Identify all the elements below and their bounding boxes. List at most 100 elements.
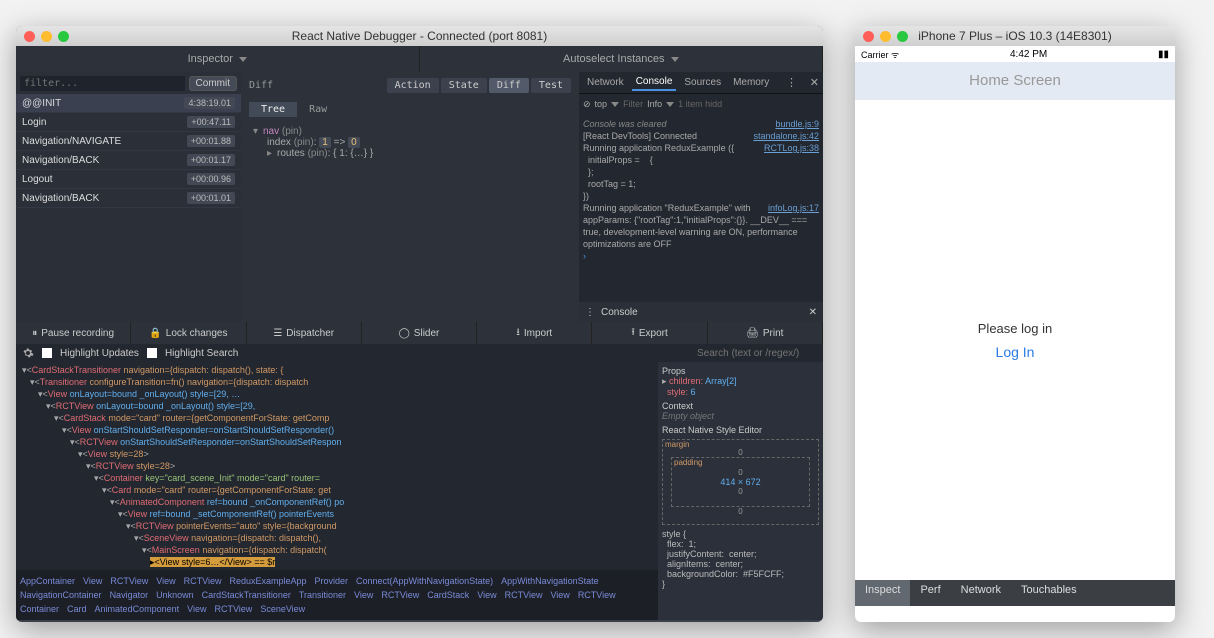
- print-button[interactable]: 🖨 Print: [708, 322, 823, 344]
- chevron-down-icon: [239, 57, 247, 62]
- clock: 4:42 PM: [1010, 49, 1047, 60]
- action-row[interactable]: Login+00:47.11: [16, 113, 241, 132]
- tab-console[interactable]: Console: [632, 74, 677, 91]
- breadcrumb-item[interactable]: AppContainer: [20, 574, 75, 588]
- import-button[interactable]: ⭳ Import: [477, 322, 592, 344]
- tab-network[interactable]: Network: [583, 75, 628, 90]
- tab-inspect[interactable]: Inspect: [855, 580, 910, 606]
- breadcrumb-item[interactable]: View: [477, 588, 496, 602]
- devtools-console: Network Console Sources Memory ⋮ ✕ ⊘ top…: [579, 72, 823, 322]
- filter-input[interactable]: [20, 76, 185, 91]
- lock-button[interactable]: 🔒 Lock changes: [131, 322, 246, 344]
- style-block: style { flex: 1; justifyContent: center;…: [662, 529, 819, 589]
- diff-tree[interactable]: ▾nav (pin) index (pin): 1 => 0 ▸routes (…: [241, 120, 579, 165]
- slider-button[interactable]: ◯ Slider: [362, 322, 477, 344]
- actions-panel: Commit @@INIT4:38:19.01 Login+00:47.11 N…: [16, 72, 241, 322]
- breadcrumb-item[interactable]: RCTView: [578, 588, 616, 602]
- breadcrumb-item[interactable]: AppWithNavigationState: [501, 574, 599, 588]
- dispatcher-button[interactable]: ☰ Dispatcher: [247, 322, 362, 344]
- tab-perf[interactable]: Perf: [910, 580, 950, 606]
- props-heading: Props: [662, 366, 819, 376]
- breadcrumb-item[interactable]: RCTView: [184, 574, 222, 588]
- chevron-down-icon: [666, 102, 674, 107]
- carrier-label: Carrier ᯤ: [861, 48, 899, 61]
- breadcrumb-item[interactable]: RCTView: [505, 588, 543, 602]
- highlight-search-checkbox[interactable]: [147, 348, 157, 358]
- diff-panel: Diff Action State Diff Test Tree Raw ▾na…: [241, 72, 579, 322]
- context-select[interactable]: top: [595, 99, 608, 109]
- kebab-icon[interactable]: ⋮: [585, 307, 595, 318]
- gear-icon[interactable]: [22, 347, 34, 359]
- simulator-titlebar[interactable]: iPhone 7 Plus – iOS 10.3 (14E8301): [855, 26, 1175, 46]
- autoselect-dropdown[interactable]: Autoselect Instances: [420, 46, 824, 72]
- breadcrumb-item[interactable]: CardStackTransitioner: [202, 588, 291, 602]
- subtab-raw[interactable]: Raw: [297, 102, 339, 117]
- breadcrumb-item[interactable]: Navigator: [110, 588, 149, 602]
- breadcrumb-item[interactable]: CardStack: [427, 588, 469, 602]
- screen-content: Please log in Log In: [855, 100, 1175, 580]
- breadcrumb-item[interactable]: Provider: [315, 574, 349, 588]
- autoselect-label: Autoselect Instances: [563, 53, 665, 65]
- action-row[interactable]: Logout+00:00.96: [16, 170, 241, 189]
- component-tree[interactable]: ▾<CardStackTransitioner navigation={disp…: [16, 362, 658, 570]
- breadcrumb-item[interactable]: RCTView: [381, 588, 419, 602]
- breadcrumb-item[interactable]: AnimatedComponent: [95, 602, 180, 616]
- kebab-icon[interactable]: ⋮: [786, 76, 797, 89]
- level-select[interactable]: Info: [647, 99, 662, 109]
- props-panel: Props ▸ children: Array[2] style: 6 Cont…: [658, 362, 823, 620]
- breadcrumb-item[interactable]: NavigationContainer: [20, 588, 102, 602]
- login-link[interactable]: Log In: [996, 344, 1035, 360]
- highlight-updates-label: Highlight Updates: [60, 348, 139, 359]
- commit-button[interactable]: Commit: [189, 76, 237, 91]
- breadcrumb-item[interactable]: Card: [67, 602, 87, 616]
- search-input[interactable]: [697, 348, 817, 359]
- filter-input[interactable]: Filter: [623, 99, 643, 109]
- action-row[interactable]: Navigation/NAVIGATE+00:01.88: [16, 132, 241, 151]
- tab-memory[interactable]: Memory: [729, 75, 773, 90]
- breadcrumb-item[interactable]: RCTView: [110, 574, 148, 588]
- pause-button[interactable]: ⏸ Pause recording: [16, 322, 131, 344]
- redux-toolbar: ⏸ Pause recording 🔒 Lock changes ☰ Dispa…: [16, 322, 823, 344]
- breadcrumb-item[interactable]: View: [550, 588, 569, 602]
- breadcrumb-item[interactable]: SceneView: [260, 602, 305, 616]
- inspector-label: Inspector: [188, 53, 233, 65]
- inspector-dropdown[interactable]: Inspector: [16, 46, 420, 72]
- breadcrumb-item[interactable]: View: [187, 602, 206, 616]
- box-model[interactable]: margin 0 padding 0 414 × 672 0 0: [662, 439, 819, 525]
- breadcrumb[interactable]: AppContainer View RCTView View RCTView ReduxE…: [16, 570, 658, 620]
- status-bar: Carrier ᯤ 4:42 PM ▮▮: [855, 46, 1175, 62]
- subtab-tree[interactable]: Tree: [249, 102, 297, 117]
- breadcrumb-item[interactable]: Transitioner: [299, 588, 346, 602]
- chevron-down-icon: [611, 102, 619, 107]
- breadcrumb-item[interactable]: View: [354, 588, 373, 602]
- diff-label: Diff: [249, 80, 273, 91]
- debugger-title: React Native Debugger - Connected (port …: [16, 29, 823, 43]
- breadcrumb-item[interactable]: RCTView: [214, 602, 252, 616]
- tab-network[interactable]: Network: [951, 580, 1011, 606]
- breadcrumb-item[interactable]: Container: [20, 602, 59, 616]
- breadcrumb-item[interactable]: ReduxExampleApp: [229, 574, 306, 588]
- drawer-console-tab[interactable]: Console: [601, 307, 638, 318]
- tab-diff[interactable]: Diff: [489, 78, 529, 93]
- breadcrumb-item[interactable]: View: [156, 574, 175, 588]
- action-row[interactable]: @@INIT4:38:19.01: [16, 94, 241, 113]
- close-icon[interactable]: ✕: [810, 76, 819, 89]
- export-button[interactable]: ⭱ Export: [592, 322, 707, 344]
- tab-touchables[interactable]: Touchables: [1011, 580, 1087, 606]
- login-message: Please log in: [978, 321, 1052, 336]
- close-icon[interactable]: ✕: [809, 307, 817, 318]
- selected-element[interactable]: ▸<View style=6…</View> == $r: [150, 557, 275, 567]
- tab-action[interactable]: Action: [387, 78, 439, 93]
- breadcrumb-item[interactable]: Connect(AppWithNavigationState): [356, 574, 493, 588]
- debugger-titlebar[interactable]: React Native Debugger - Connected (port …: [16, 26, 823, 46]
- tab-sources[interactable]: Sources: [680, 75, 725, 90]
- breadcrumb-item[interactable]: Unknown: [156, 588, 194, 602]
- tab-test[interactable]: Test: [531, 78, 571, 93]
- highlight-updates-checkbox[interactable]: [42, 348, 52, 358]
- action-row[interactable]: Navigation/BACK+00:01.01: [16, 189, 241, 208]
- tab-state[interactable]: State: [441, 78, 487, 93]
- no-icon[interactable]: ⊘: [583, 99, 591, 110]
- action-row[interactable]: Navigation/BACK+00:01.17: [16, 151, 241, 170]
- console-output[interactable]: Console was clearedbundle.js:9 [React De…: [579, 114, 823, 302]
- breadcrumb-item[interactable]: View: [83, 574, 102, 588]
